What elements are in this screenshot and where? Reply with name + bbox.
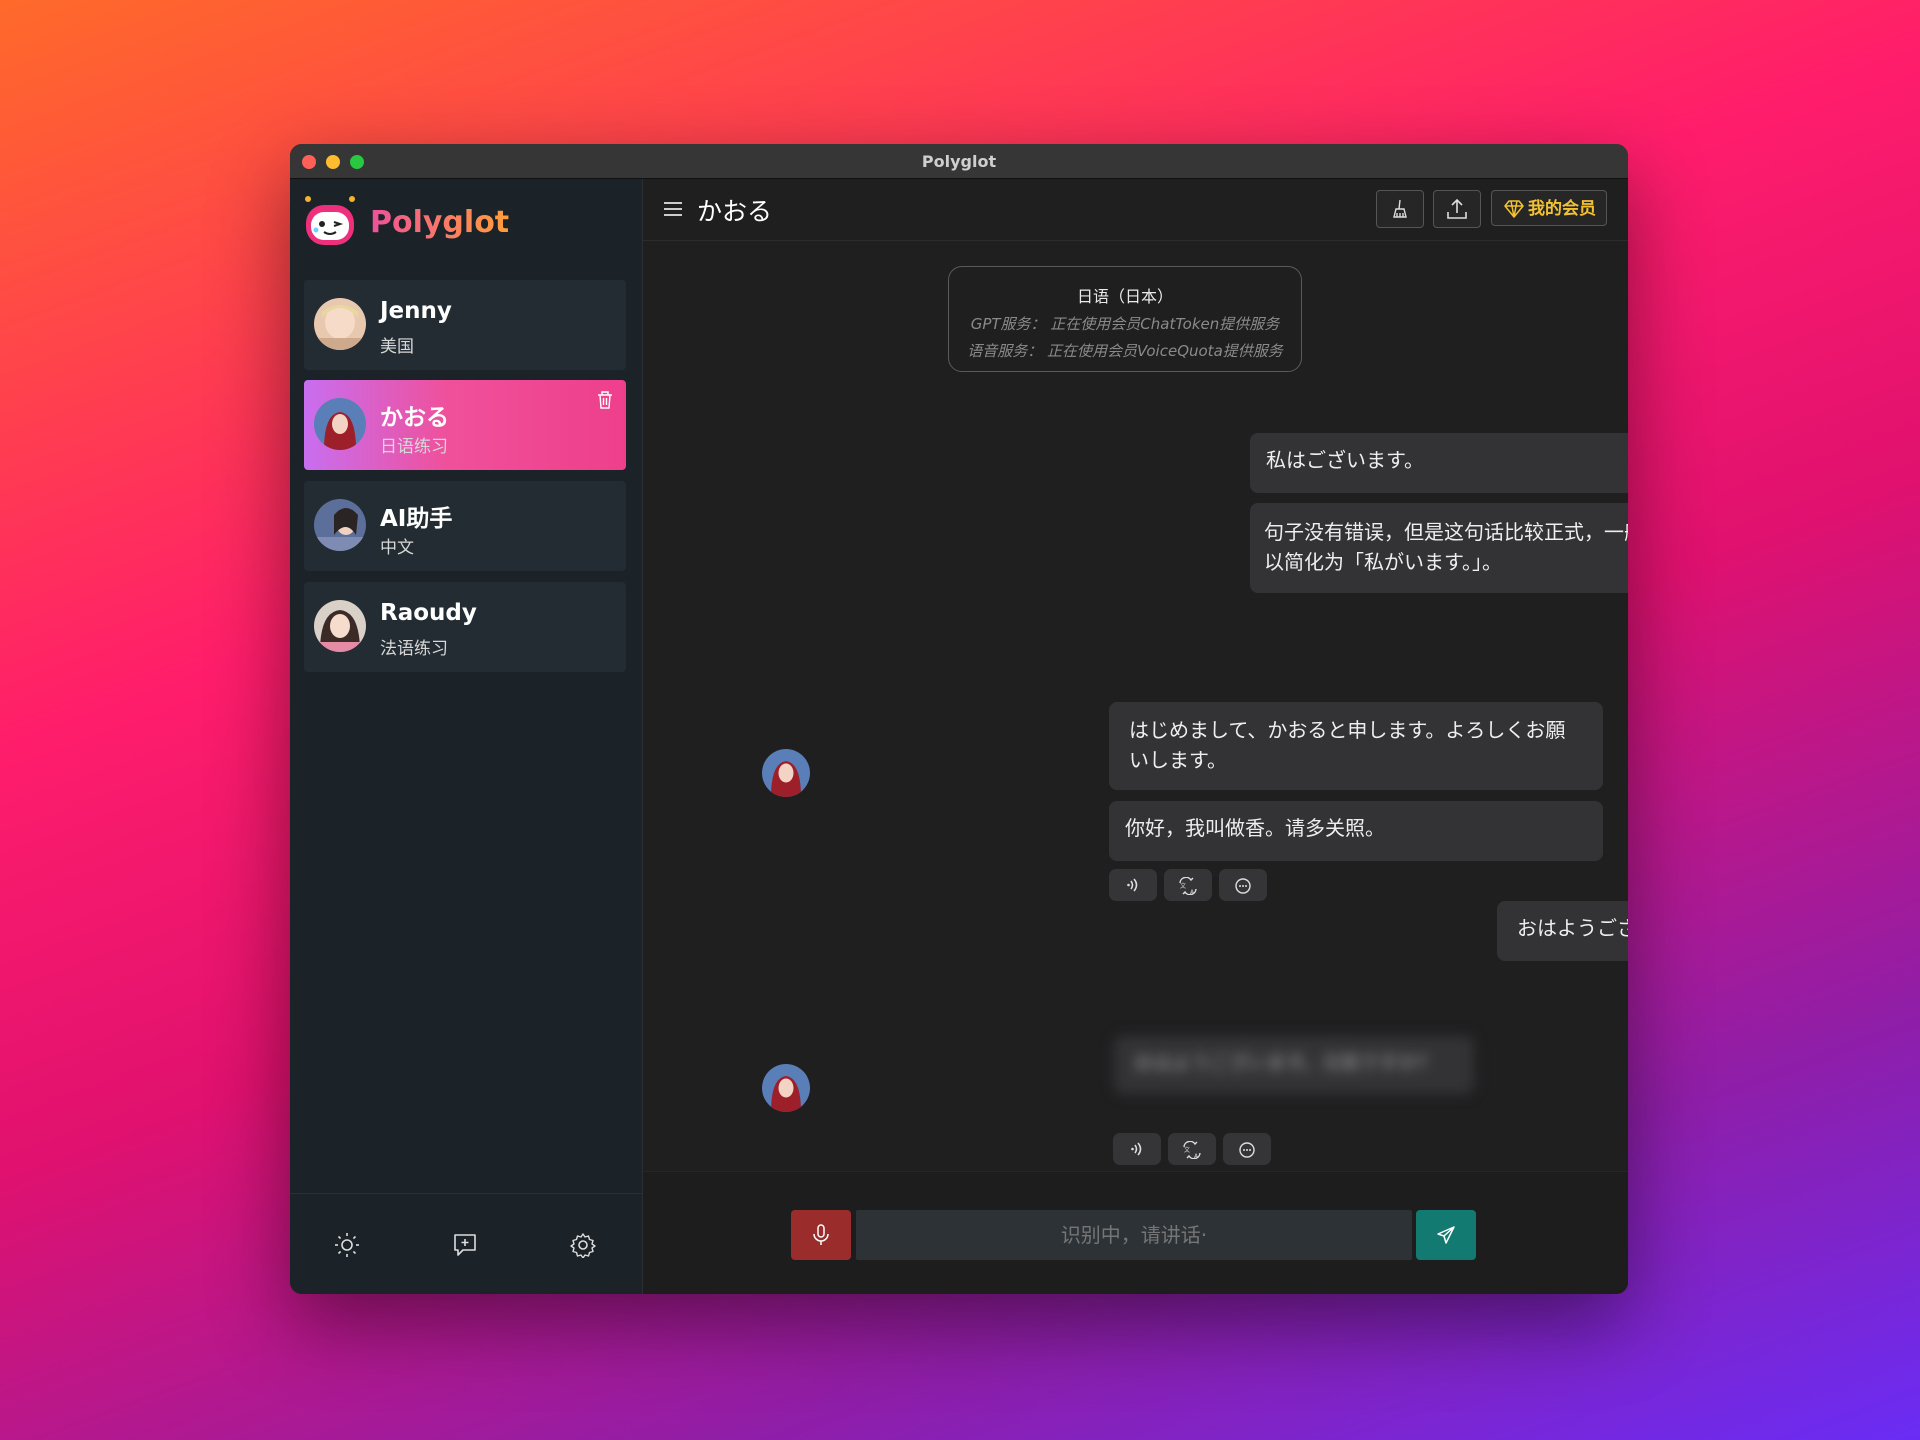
export-button[interactable] <box>1433 190 1481 228</box>
contact-name: AI助手 <box>380 506 453 532</box>
input-bar <box>643 1171 1628 1294</box>
app-window: Polyglot Polyglot Jenny 美国 かおる 日语练习 AI助手… <box>290 144 1628 1294</box>
gpt-service-status: GPT服务： 正在使用会员ChatToken提供服务 <box>970 315 1280 333</box>
translate-icon: 文A <box>1179 877 1197 895</box>
bot-message-bubble-blurred: おはようございます。元気ですか? <box>1114 1036 1474 1094</box>
chat-add-icon[interactable] <box>452 1232 478 1258</box>
sidebar: Polyglot Jenny 美国 かおる 日语练习 AI助手 中文 Raoud… <box>290 179 643 1294</box>
contact-name: Jenny <box>380 298 452 324</box>
diamond-icon <box>1504 200 1524 218</box>
avatar <box>314 600 366 652</box>
contact-item-raoudy[interactable]: Raoudy 法语练习 <box>304 582 626 672</box>
translate-button[interactable]: 文A <box>1164 869 1212 901</box>
chat-panel: かおる 我的会员 日语（日本） GPT服务： 正在使用会员ChatToken提供… <box>643 179 1628 1294</box>
brand-name: Polyglot <box>370 205 510 240</box>
contact-subtitle: 法语练习 <box>380 639 448 659</box>
menu-icon[interactable] <box>663 201 683 217</box>
send-icon <box>1437 1226 1455 1244</box>
more-options-button[interactable] <box>1223 1133 1271 1165</box>
message-text: 私はございます。 <box>1266 448 1424 472</box>
avatar <box>314 298 366 350</box>
svg-text:文: 文 <box>1180 882 1186 890</box>
sun-icon[interactable] <box>334 1232 360 1258</box>
bot-avatar <box>762 1064 810 1112</box>
speaker-wave-icon <box>1127 878 1138 892</box>
upload-icon <box>1447 198 1467 219</box>
title-bar: Polyglot <box>290 144 1628 179</box>
translate-icon: 文A <box>1183 1141 1201 1159</box>
svg-text:A: A <box>1194 1153 1199 1159</box>
language-info-card: 日语（日本） GPT服务： 正在使用会员ChatToken提供服务 语音服务： … <box>948 266 1302 372</box>
broom-icon <box>1393 199 1407 218</box>
chat-header: かおる 我的会员 <box>643 179 1628 241</box>
window-title: Polyglot <box>921 152 997 171</box>
trash-icon[interactable] <box>596 390 614 410</box>
user-message-bubble: おはようございます。 <box>1497 901 1628 961</box>
correction-bubble: 句子没有错误，但是这句话比较正式，一般情况下可以简化为「私がいます。」。 <box>1250 503 1628 593</box>
message-text: おはようございます。元気ですか? <box>1134 1052 1428 1074</box>
clear-chat-button[interactable] <box>1376 190 1424 228</box>
more-circle-icon <box>1235 878 1251 894</box>
bot-avatar <box>762 749 810 797</box>
translation-text: 你好，我叫做香。请多关照。 <box>1125 816 1385 840</box>
contact-subtitle: 美国 <box>380 337 414 357</box>
more-circle-icon <box>1239 1142 1255 1158</box>
svg-text:文: 文 <box>1184 1146 1190 1154</box>
message-text: はじめまして、かおると申します。よろしくお願いします。 <box>1129 718 1566 772</box>
correction-text: 句子没有错误，但是这句话比较正式，一般情况下可以简化为「私がいます。」。 <box>1264 520 1628 574</box>
sidebar-footer <box>290 1193 642 1294</box>
contact-subtitle: 中文 <box>380 538 414 558</box>
avatar <box>314 499 366 551</box>
polyglot-logo-icon <box>305 196 355 245</box>
svg-text:A: A <box>1190 889 1195 895</box>
contact-subtitle: 日语练习 <box>380 437 448 457</box>
contact-item-jenny[interactable]: Jenny 美国 <box>304 280 626 370</box>
play-voice-button[interactable] <box>1113 1133 1161 1165</box>
gear-icon[interactable] <box>570 1232 596 1258</box>
avatar <box>314 398 366 450</box>
speaker-wave-icon <box>1131 1142 1142 1156</box>
translation-bubble: 你好，我叫做香。请多关照。 <box>1109 801 1603 861</box>
language-label: 日语（日本） <box>1076 287 1173 306</box>
contact-name: かおる <box>380 405 449 431</box>
vip-label: 我的会员 <box>1528 199 1596 219</box>
translate-button[interactable]: 文A <box>1168 1133 1216 1165</box>
contact-name: Raoudy <box>380 600 477 626</box>
voice-service-status: 语音服务： 正在使用会员VoiceQuota提供服务 <box>967 342 1283 360</box>
play-voice-button[interactable] <box>1109 869 1157 901</box>
microphone-button[interactable] <box>791 1210 851 1260</box>
contact-item-kaoru[interactable]: かおる 日语练习 <box>304 380 626 470</box>
send-button[interactable] <box>1416 1210 1476 1260</box>
microphone-icon <box>813 1224 829 1245</box>
user-message-bubble: 私はございます。 <box>1250 433 1628 493</box>
more-options-button[interactable] <box>1219 869 1267 901</box>
message-text: おはようございます。 <box>1517 916 1628 940</box>
contact-item-ai-assistant[interactable]: AI助手 中文 <box>304 481 626 571</box>
message-input[interactable] <box>856 1210 1412 1260</box>
vip-membership-button[interactable]: 我的会员 <box>1491 190 1607 226</box>
chat-title: かおる <box>697 197 773 226</box>
bot-message-bubble: はじめまして、かおると申します。よろしくお願いします。 <box>1109 702 1603 790</box>
